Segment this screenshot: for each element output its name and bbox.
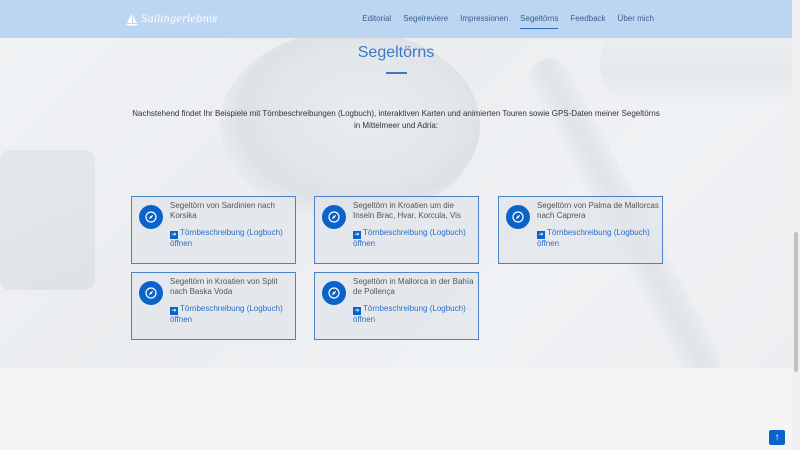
arrow-right-icon: ➔: [170, 307, 178, 315]
tour-card-title: Segeltörn in Kroatien um die Inseln Brac…: [353, 201, 461, 220]
tour-card: Segeltörn in Mallorca in der Bahía de Po…: [314, 272, 479, 340]
tour-card-title: Segeltörn von Palma de Mallorcas nach Ca…: [537, 201, 659, 220]
logo-text: Sailingerlebnis: [141, 13, 218, 25]
tour-card: Segeltörn von Sardinien nach Korsika ➔ Tö…: [131, 196, 296, 264]
site-logo[interactable]: Sailingerlebnis: [125, 12, 217, 26]
compass-icon: [139, 205, 163, 229]
arrow-right-icon: ➔: [170, 231, 178, 239]
nav-segelreviere[interactable]: Segelreviere: [397, 12, 454, 26]
tour-card-link-label[interactable]: Törnbeschreibung (Logbuch) öffnen: [353, 228, 466, 248]
top-navbar: Sailingerlebnis Editorial Segelreviere I…: [0, 0, 792, 38]
tour-card-link[interactable]: ➔ Törnbeschreibung (Logbuch) öffnen: [537, 228, 659, 249]
nav-editorial[interactable]: Editorial: [356, 12, 397, 26]
arrow-right-icon: ➔: [537, 231, 545, 239]
tour-card: Segeltörn von Palma de Mallorcas nach Ca…: [498, 196, 663, 264]
tour-card-link-label[interactable]: Törnbeschreibung (Logbuch) öffnen: [353, 304, 466, 324]
tour-card-link-label[interactable]: Törnbeschreibung (Logbuch) öffnen: [170, 304, 283, 324]
tour-card: Segeltörn in Kroatien von Split nach Bas…: [131, 272, 296, 340]
intro-text: Nachstehend findet Ihr Beispiele mit Tör…: [132, 109, 660, 130]
tour-card-link[interactable]: ➔ Törnbeschreibung (Logbuch) öffnen: [170, 304, 292, 325]
tour-card-link-label[interactable]: Törnbeschreibung (Logbuch) öffnen: [537, 228, 650, 248]
main-menu: Editorial Segelreviere Impressionen Sege…: [356, 0, 660, 38]
tour-card: Segeltörn in Kroatien um die Inseln Brac…: [314, 196, 479, 264]
arrow-up-icon: ↑: [774, 432, 780, 443]
nav-ueber-mich[interactable]: Über mich: [612, 12, 660, 26]
tour-card-link[interactable]: ➔ Törnbeschreibung (Logbuch) öffnen: [353, 228, 475, 249]
compass-icon: [506, 205, 530, 229]
tour-card-title: Segeltörn in Mallorca in der Bahía de Po…: [353, 277, 474, 296]
page-title: Segeltörns: [357, 44, 435, 61]
title-underline: [386, 72, 407, 74]
nav-impressionen[interactable]: Impressionen: [454, 12, 514, 26]
scrollbar-track[interactable]: [792, 0, 800, 450]
arrow-right-icon: ➔: [353, 231, 361, 239]
arrow-right-icon: ➔: [353, 307, 361, 315]
tour-card-title: Segeltörn von Sardinien nach Korsika: [170, 201, 275, 220]
sailboat-icon: [126, 13, 138, 26]
compass-icon: [322, 281, 346, 305]
scrollbar-thumb[interactable]: [794, 232, 798, 372]
tour-card-link[interactable]: ➔ Törnbeschreibung (Logbuch) öffnen: [170, 228, 292, 249]
nav-segeltoerns[interactable]: Segeltörns: [514, 12, 564, 29]
tour-card-link-label[interactable]: Törnbeschreibung (Logbuch) öffnen: [170, 228, 283, 248]
back-to-top-button[interactable]: ↑: [769, 430, 785, 445]
tour-card-link[interactable]: ➔ Törnbeschreibung (Logbuch) öffnen: [353, 304, 475, 325]
compass-icon: [139, 281, 163, 305]
nav-feedback[interactable]: Feedback: [564, 12, 611, 26]
compass-icon: [322, 205, 346, 229]
tour-card-title: Segeltörn in Kroatien von Split nach Bas…: [170, 277, 278, 296]
